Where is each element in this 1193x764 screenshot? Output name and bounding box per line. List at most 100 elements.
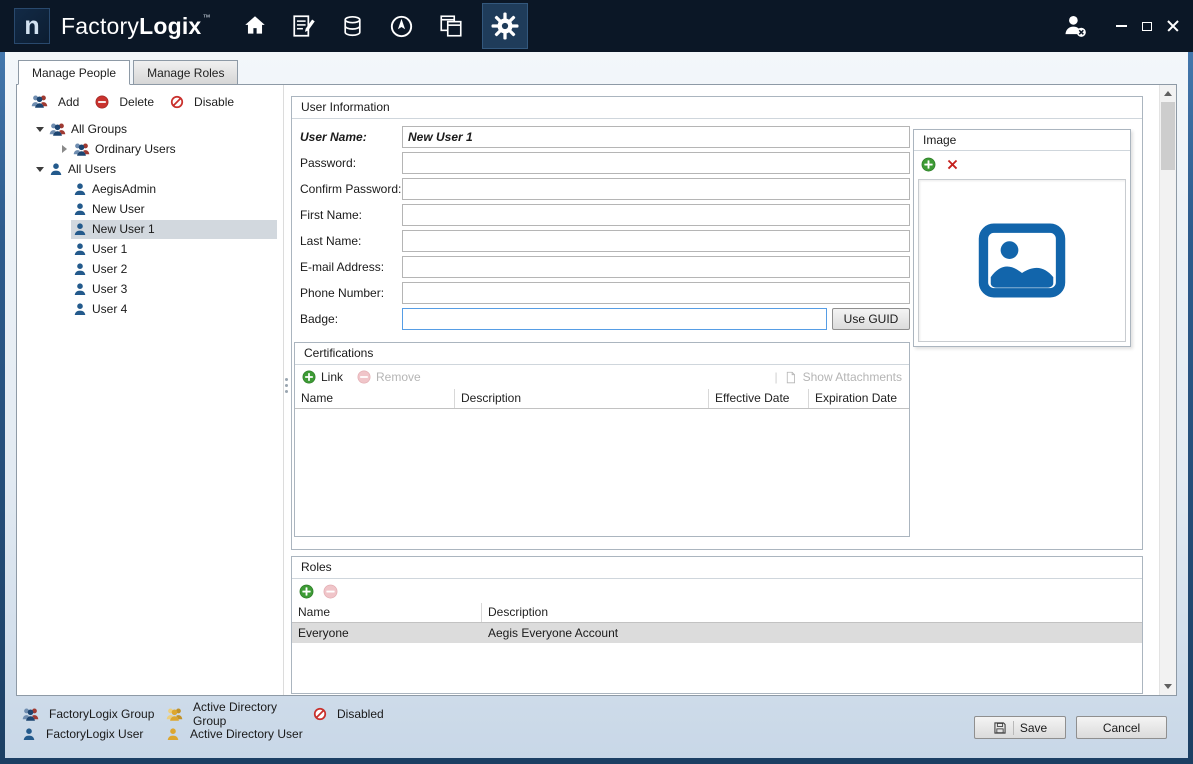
save-button[interactable]: Save: [974, 716, 1066, 739]
save-label: Save: [1020, 721, 1047, 735]
up-arrow-icon: [1164, 91, 1172, 96]
window-controls: [1116, 20, 1179, 32]
titlebar: n FactoryLogix™: [0, 0, 1193, 52]
tree-item-user-3[interactable]: User 3: [17, 279, 283, 299]
tab-manage-roles[interactable]: Manage Roles: [133, 60, 238, 85]
close-button[interactable]: [1167, 20, 1179, 32]
scroll-up-button[interactable]: [1160, 85, 1176, 102]
maximize-icon: [1142, 22, 1152, 31]
first-name-input[interactable]: [402, 204, 910, 226]
column-header-description[interactable]: Description: [482, 603, 1142, 622]
minus-circle-disabled-icon: [323, 584, 338, 599]
footer: FactoryLogix Group Active Directory Grou…: [5, 698, 1188, 758]
tree-item-user-1[interactable]: User 1: [17, 239, 283, 259]
remove-role-button[interactable]: [323, 584, 338, 599]
cancel-label: Cancel: [1103, 721, 1140, 735]
user-name-input[interactable]: [402, 126, 910, 148]
navigation-button[interactable]: [384, 6, 420, 46]
show-attachments-label: Show Attachments: [803, 370, 902, 384]
cancel-button[interactable]: Cancel: [1076, 716, 1167, 739]
confirm-password-input[interactable]: [402, 178, 910, 200]
documents-button[interactable]: [433, 6, 469, 46]
certifications-title: Certifications: [295, 343, 909, 365]
badge-input[interactable]: [402, 308, 827, 330]
tree-item-label: New User: [92, 202, 145, 216]
tab-label: Manage Roles: [147, 66, 224, 80]
tab-manage-people[interactable]: Manage People: [18, 60, 130, 85]
column-header-name[interactable]: Name: [295, 389, 455, 408]
maximize-button[interactable]: [1142, 22, 1152, 31]
confirm-password-label: Confirm Password:: [300, 182, 402, 196]
icon-legend: FactoryLogix Group Active Directory Grou…: [22, 704, 384, 744]
certifications-toolbar: Link Remove | Show Attachments: [295, 365, 909, 389]
tree-item-label: Ordinary Users: [95, 142, 176, 156]
tree-item-new-user[interactable]: New User: [17, 199, 283, 219]
tree-item-ordinary-users[interactable]: Ordinary Users: [17, 139, 283, 159]
use-guid-button[interactable]: Use GUID: [832, 308, 910, 330]
detail-pane: User Information User Name: Password: Co…: [289, 85, 1158, 695]
minus-circle-disabled-icon: [357, 370, 371, 384]
disable-button[interactable]: Disable: [170, 95, 234, 109]
role-description: Aegis Everyone Account: [482, 626, 1142, 640]
expander-open-icon[interactable]: [33, 159, 47, 179]
people-tree-pane: Add Delete Disable: [17, 85, 283, 695]
email-input[interactable]: [402, 256, 910, 278]
tree-item-user-2[interactable]: User 2: [17, 259, 283, 279]
trademark: ™: [202, 13, 210, 22]
legend-active-directory-group: Active Directory Group: [166, 704, 313, 724]
person-icon: [73, 242, 87, 256]
tab-label: Manage People: [32, 66, 116, 80]
first-name-label: First Name:: [300, 208, 402, 222]
add-role-button[interactable]: [299, 584, 314, 599]
attachment-page-icon: [784, 371, 797, 384]
person-icon: [73, 262, 87, 276]
link-label: Link: [321, 370, 343, 384]
prohibition-icon: [170, 95, 184, 109]
column-header-name[interactable]: Name: [292, 603, 482, 622]
vertical-scrollbar[interactable]: [1159, 85, 1176, 695]
certifications-box: Certifications Link Remove |: [294, 342, 910, 537]
tree-item-user-4[interactable]: User 4: [17, 299, 283, 319]
home-button[interactable]: [237, 6, 273, 46]
add-label: Add: [58, 95, 79, 109]
expander-open-icon[interactable]: [33, 119, 47, 139]
user-session-button[interactable]: [1062, 13, 1088, 39]
settings-button[interactable]: [482, 3, 528, 49]
user-information-title: User Information: [292, 97, 1142, 119]
active-directory-user-icon: [166, 727, 180, 741]
link-certification-button[interactable]: Link: [302, 370, 343, 384]
tree-item-aegisadmin[interactable]: AegisAdmin: [17, 179, 283, 199]
tree-item-all-users[interactable]: All Users: [17, 159, 283, 179]
disabled-icon: [313, 707, 327, 721]
scrollbar-thumb[interactable]: [1161, 102, 1175, 170]
column-header-description[interactable]: Description: [455, 389, 709, 408]
data-button[interactable]: [335, 6, 371, 46]
scroll-down-button[interactable]: [1160, 678, 1176, 695]
tree-item-new-user-1[interactable]: New User 1: [17, 219, 283, 239]
users-tree: All Groups Ordinary Users: [17, 116, 283, 319]
expander-closed-icon[interactable]: [57, 139, 71, 159]
tree-item-label: User 4: [92, 302, 127, 316]
phone-input[interactable]: [402, 282, 910, 304]
show-attachments-button[interactable]: | Show Attachments: [774, 370, 902, 384]
minimize-button[interactable]: [1116, 25, 1127, 27]
legend-label: Active Directory User: [190, 727, 303, 741]
column-header-expiration-date[interactable]: Expiration Date: [809, 389, 909, 408]
image-remove-button[interactable]: [945, 157, 960, 172]
add-button[interactable]: Add: [31, 94, 79, 109]
tree-item-all-groups[interactable]: All Groups: [17, 119, 283, 139]
remove-certification-button[interactable]: Remove: [357, 370, 421, 384]
tree-item-label: All Users: [68, 162, 116, 176]
column-header-effective-date[interactable]: Effective Date: [709, 389, 809, 408]
disable-label: Disable: [194, 95, 234, 109]
production-button[interactable]: [286, 6, 322, 46]
password-input[interactable]: [402, 152, 910, 174]
image-add-button[interactable]: [921, 157, 936, 172]
group-icon: [73, 142, 90, 157]
factorylogix-user-icon: [22, 727, 36, 741]
tree-item-label: User 1: [92, 242, 127, 256]
role-row-everyone[interactable]: Everyone Aegis Everyone Account: [292, 623, 1142, 643]
delete-button[interactable]: Delete: [95, 95, 154, 109]
tree-item-label: User 3: [92, 282, 127, 296]
last-name-input[interactable]: [402, 230, 910, 252]
